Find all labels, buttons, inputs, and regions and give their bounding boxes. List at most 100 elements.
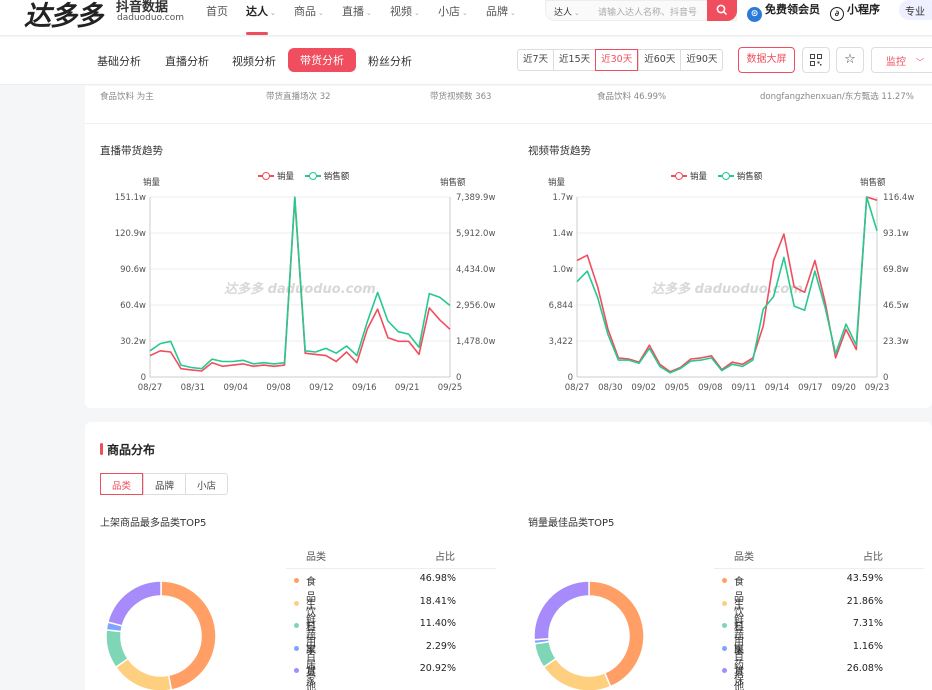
legend-sales-marker: [671, 172, 687, 180]
revenue-line: [149, 196, 451, 370]
legend-dot: [722, 600, 727, 606]
distribution-title: 商品分布: [100, 441, 155, 458]
live-chart-legend: 销量 销售额: [258, 170, 349, 182]
legend-dot: [722, 645, 727, 651]
x-tick-label: 09/08: [698, 383, 723, 393]
chevron-down-icon: ⌄: [414, 9, 420, 17]
nav-influencer[interactable]: 达人 ⌄: [246, 3, 276, 19]
left-tick-label: 1.4w: [553, 229, 574, 239]
range-90d[interactable]: 近90天: [680, 50, 722, 70]
qr-code-icon: [810, 54, 822, 66]
right-tick-label: 116.4w: [883, 193, 914, 203]
tab-basic-analysis[interactable]: 基础分析: [97, 53, 141, 69]
search-type-select[interactable]: 达人 ⌄: [554, 5, 580, 18]
qr-code-button[interactable]: [802, 47, 830, 73]
x-tick-label: 08/27: [138, 383, 163, 393]
nav-live[interactable]: 直播 ⌄: [342, 3, 372, 19]
right-tick-label: 7,389.9w: [456, 193, 495, 203]
segment-shop[interactable]: 小店: [185, 474, 227, 494]
category-ratio: 2.29%: [425, 640, 456, 652]
legend-dot: [722, 623, 727, 628]
left-tick-label: 1.0w: [553, 265, 574, 275]
legend-sales[interactable]: 销量: [690, 172, 707, 182]
legend-dot: [294, 578, 299, 583]
nav-brand[interactable]: 品牌 ⌄: [486, 3, 516, 19]
col-category: 品类: [306, 552, 326, 563]
info-live-count: 带货直播场次 32: [266, 92, 331, 102]
watermark: 达多多 daduoduo.com: [651, 281, 803, 297]
data-big-screen-button[interactable]: 数据大屏: [738, 47, 795, 73]
nav-live-label: 直播: [342, 5, 364, 18]
legend-dot: [722, 668, 727, 673]
nav-goods[interactable]: 商品 ⌄: [294, 3, 324, 19]
live-trend-chart[interactable]: 0 0 30.2w 1,478.0w 60.4w 2,956.0w 90.6w 4,434.0…: [95, 187, 505, 397]
nav-goods-label: 商品: [294, 5, 316, 18]
nav-shop[interactable]: 小店 ⌄: [438, 3, 468, 19]
best-selling-top5-title: 销量最佳品类TOP5: [528, 518, 615, 529]
legend-revenue[interactable]: 销售额: [324, 172, 350, 182]
pro-badge[interactable]: 专业: [899, 0, 932, 20]
category-ratio: 7.31%: [852, 618, 883, 629]
right-tick-label: 0: [456, 373, 461, 383]
tab-live-analysis[interactable]: 直播分析: [165, 53, 209, 69]
monitor-button[interactable]: 监控 ﹀: [871, 47, 932, 73]
divider: [85, 123, 932, 124]
range-7d[interactable]: 近7天: [518, 50, 553, 70]
search-input[interactable]: 请输入达人名称、抖音号: [598, 5, 697, 18]
favorite-button[interactable]: ☆: [836, 47, 864, 73]
x-tick-label: 08/27: [565, 383, 590, 393]
legend-sales[interactable]: 销量: [277, 172, 294, 182]
left-tick-label: 151.1w: [115, 193, 146, 203]
nav-video[interactable]: 视频 ⌄: [390, 3, 420, 19]
table-divider: [286, 568, 496, 569]
segment-category[interactable]: 品类: [100, 473, 144, 495]
range-15d[interactable]: 近15天: [553, 50, 595, 70]
vip-icon: ⊙: [747, 7, 762, 22]
donut-slice: [533, 580, 590, 641]
category-name: 其他: [734, 667, 744, 690]
legend-revenue[interactable]: 销售额: [737, 172, 763, 182]
donut-slice: [105, 628, 130, 669]
category-ratio: 26.08%: [846, 663, 883, 674]
legend-dot: [294, 645, 299, 651]
segment-brand[interactable]: 品牌: [143, 474, 185, 494]
listed-category-donut[interactable]: [96, 571, 226, 690]
best-selling-category-donut[interactable]: [524, 571, 654, 690]
right-tick-label: 2,956.0w: [456, 301, 495, 311]
mini-program-link[interactable]: ∂ 小程序: [830, 1, 880, 21]
pro-badge-label: 专业: [905, 7, 925, 18]
category-ratio: 18.41%: [419, 595, 456, 607]
category-ratio: 1.16%: [852, 640, 883, 652]
free-vip-label: 免费领会员: [765, 3, 820, 16]
x-tick-label: 08/31: [181, 383, 206, 393]
x-tick-label: 09/23: [865, 383, 890, 393]
category-ratio: 21.86%: [846, 595, 883, 607]
video-trend-chart[interactable]: 0 0 3,422 23.3w 6,844 46.5w 1.0w 69.8w 1.4w 93.1w…: [522, 187, 932, 397]
right-tick-label: 93.1w: [883, 229, 909, 239]
range-30d[interactable]: 近30天: [595, 49, 639, 71]
right-tick-label: 4,434.0w: [456, 265, 495, 275]
tab-fans-analysis[interactable]: 粉丝分析: [368, 53, 412, 69]
legend-sales-marker: [258, 172, 274, 180]
category-ratio: 46.98%: [419, 573, 456, 584]
nav-home[interactable]: 首页: [206, 3, 228, 19]
mini-program-label: 小程序: [847, 3, 880, 16]
chevron-down-icon: ﹀: [916, 58, 924, 67]
search-type-label: 达人: [554, 8, 573, 18]
logo[interactable]: 达多多: [24, 0, 103, 33]
star-icon: ☆: [844, 52, 856, 67]
chevron-down-icon: ⌄: [574, 9, 580, 17]
chevron-down-icon: ⌄: [510, 9, 516, 17]
left-tick-label: 1.7w: [553, 193, 574, 203]
page-root: 达多多 抖音数据 daduoduo.com 首页 达人 ⌄ 商品 ⌄ 直播 ⌄ 视频 ⌄…: [0, 0, 932, 690]
category-name: 其他: [306, 667, 316, 690]
x-tick-label: 09/16: [352, 383, 377, 393]
right-tick-label: 5,912.0w: [456, 229, 495, 239]
free-vip-link[interactable]: ⊙ 免费领会员: [747, 1, 820, 22]
range-60d[interactable]: 近60天: [638, 50, 680, 70]
search-button[interactable]: [707, 0, 737, 21]
tab-sales-analysis[interactable]: 带货分析: [288, 48, 356, 72]
category-ratio: 20.92%: [419, 663, 456, 674]
info-main-category: 食品饮料 为主: [100, 92, 154, 102]
tab-video-analysis[interactable]: 视频分析: [232, 53, 276, 69]
